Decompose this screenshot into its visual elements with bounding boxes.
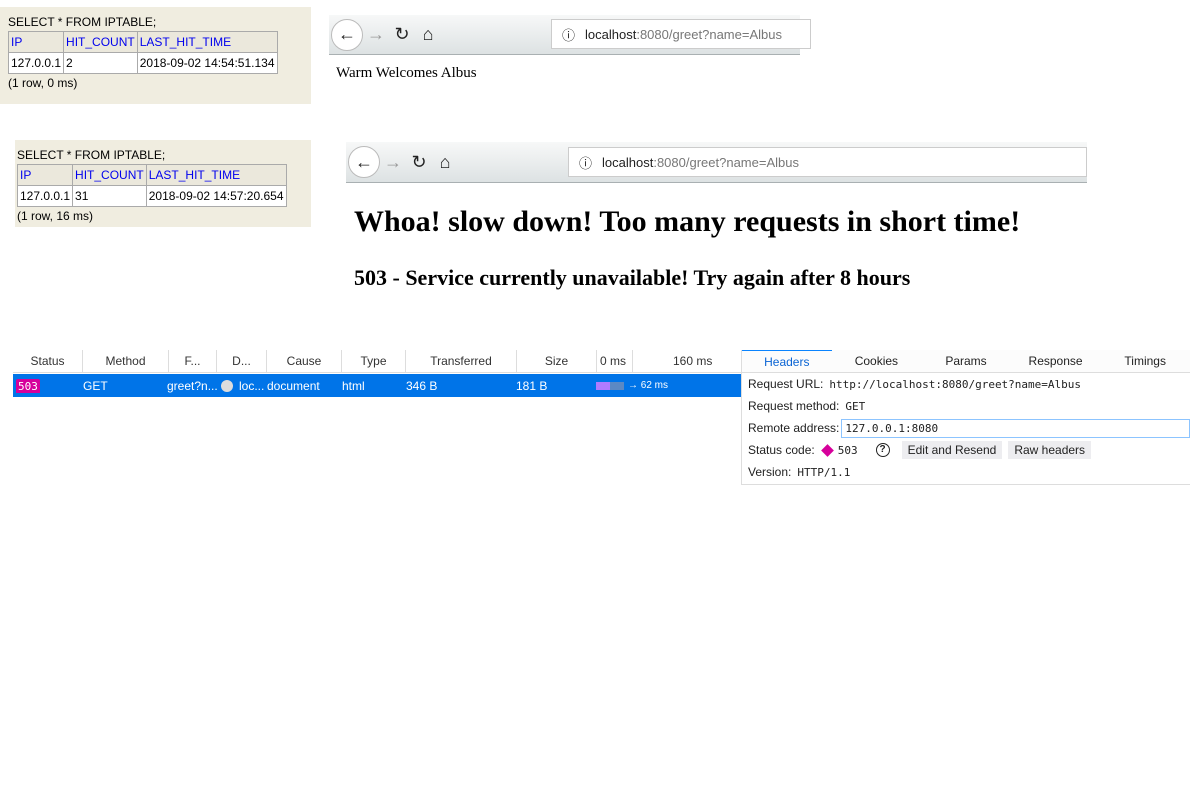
label: Request URL: [748, 377, 824, 391]
col-file[interactable]: F... [169, 350, 217, 372]
tab-timings[interactable]: Timings [1100, 350, 1190, 372]
info-icon: ⓘ [579, 155, 593, 171]
forward-button[interactable]: → [363, 22, 389, 48]
cell: 2 [63, 52, 138, 74]
page-text: Warm Welcomes Albus [336, 65, 477, 81]
tab-params[interactable]: Params [921, 350, 1011, 372]
globe-icon [221, 379, 233, 392]
url-bar[interactable]: ⓘ localhost:8080/greet?name=Albus [568, 147, 1087, 177]
result-summary: (1 row, 0 ms) [8, 76, 78, 90]
help-icon[interactable]: ? [875, 443, 890, 457]
tab-response[interactable]: Response [1011, 350, 1101, 372]
query-result-1: SELECT * FROM IPTABLE; IP HIT_COUNT LAST_H… [0, 7, 311, 104]
result-table: IP HIT_COUNT LAST_HIT_TIME 127.0.0.1 31 2018… [16, 164, 287, 207]
timing-label: → 62 ms [628, 380, 669, 391]
edit-and-resend-button[interactable]: Edit and Resend [901, 441, 1003, 459]
table-row: 127.0.0.1 31 2018-09-02 14:57:20.654 [16, 185, 287, 207]
col-header: IP [7, 31, 65, 53]
status-code: 503 [837, 443, 858, 457]
remote-address-input[interactable]: 127.0.0.1:8080 [841, 418, 1190, 438]
cell: 2018-09-02 14:54:51.134 [136, 52, 278, 74]
label: Request method: [748, 399, 840, 413]
col-header: LAST_HIT_TIME [136, 31, 278, 53]
url-host: localhost [585, 26, 637, 42]
network-header: Status Method F... D... Cause Type Trans… [13, 350, 741, 373]
file: greet?n... [167, 378, 218, 393]
col-transferred[interactable]: Transferred [406, 350, 517, 372]
result-table: IP HIT_COUNT LAST_HIT_TIME 127.0.0.1 2 2018-… [7, 31, 278, 74]
query-text: SELECT * FROM IPTABLE; [8, 15, 157, 29]
error-heading: Whoa! slow down! Too many requests in sh… [354, 205, 1021, 238]
tab-headers[interactable]: Headers [742, 350, 832, 372]
status-badge: 503 [16, 378, 40, 393]
browser-toolbar-1: ← → ↻ ⌂ ⓘ localhost:8080/greet?name=Albu… [329, 15, 811, 55]
query-result-2: SELECT * FROM IPTABLE; IP HIT_COUNT LAST_H… [15, 140, 311, 227]
error-subheading: 503 - Service currently unavailable! Try… [354, 265, 911, 290]
reload-button[interactable]: ↻ [389, 22, 415, 48]
home-button[interactable]: ⌂ [432, 149, 458, 175]
cause: document [267, 378, 320, 393]
method: GET [83, 378, 108, 393]
url-path: :8080/greet?name=Albus [636, 26, 782, 42]
url-bar[interactable]: ⓘ localhost:8080/greet?name=Albus [551, 19, 811, 49]
url-path: :8080/greet?name=Albus [653, 154, 799, 170]
status-diamond-icon [820, 443, 834, 457]
request-details: Headers Cookies Params Response Timings … [741, 350, 1190, 485]
transferred: 346 B [406, 378, 438, 393]
col-header: LAST_HIT_TIME [145, 164, 287, 186]
browser-toolbar-2: ← → ↻ ⌂ ⓘ localhost:8080/greet?name=Albu… [346, 142, 1087, 183]
domain: loc... [239, 378, 265, 393]
col-size[interactable]: Size [517, 350, 597, 372]
network-request-row[interactable]: 503 GET greet?n... loc... document html … [13, 374, 741, 397]
col-cause[interactable]: Cause [267, 350, 342, 372]
version: HTTP/1.1 [797, 465, 851, 479]
col-status[interactable]: Status [13, 350, 83, 372]
timing-bar [596, 381, 624, 390]
reload-button[interactable]: ↻ [406, 149, 432, 175]
cell: 2018-09-02 14:57:20.654 [145, 185, 287, 207]
cell: 127.0.0.1 [16, 185, 74, 207]
size: 181 B [516, 378, 548, 393]
request-url: http://localhost:8080/greet?name=Albus [829, 377, 1082, 391]
query-text: SELECT * FROM IPTABLE; [17, 148, 166, 162]
url-host: localhost [602, 154, 654, 170]
cell: 127.0.0.1 [7, 52, 65, 74]
col-waterfall-0[interactable]: 0 ms [597, 350, 633, 372]
forward-button[interactable]: → [380, 149, 406, 175]
raw-headers-button[interactable]: Raw headers [1008, 441, 1092, 459]
cell: 31 [72, 185, 147, 207]
label: Version: [748, 465, 792, 479]
result-summary: (1 row, 16 ms) [17, 209, 94, 223]
tab-cookies[interactable]: Cookies [832, 350, 922, 372]
col-method[interactable]: Method [83, 350, 169, 372]
home-button[interactable]: ⌂ [415, 22, 441, 48]
info-icon: ⓘ [562, 27, 576, 43]
col-header: IP [16, 164, 74, 186]
label: Remote address: [748, 421, 840, 435]
request-method: GET [845, 399, 866, 413]
col-header: HIT_COUNT [63, 31, 138, 53]
back-button[interactable]: ← [331, 18, 363, 51]
col-domain[interactable]: D... [217, 350, 267, 372]
back-button[interactable]: ← [348, 146, 380, 178]
table-row: 127.0.0.1 2 2018-09-02 14:54:51.134 [7, 52, 278, 74]
col-type[interactable]: Type [342, 350, 406, 372]
col-waterfall-160[interactable]: 160 ms [633, 350, 741, 372]
col-header: HIT_COUNT [72, 164, 147, 186]
label: Status code: [748, 443, 815, 457]
type: html [342, 378, 365, 393]
